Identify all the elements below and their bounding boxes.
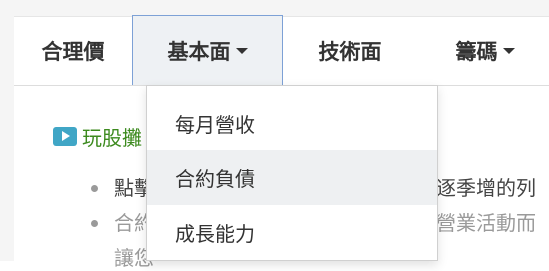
tab-fundamentals[interactable]: 基本面	[132, 15, 283, 85]
bullet-dot	[91, 220, 98, 227]
fundamentals-dropdown-menu: 每月營收 合約負債 成長能力	[146, 85, 438, 261]
tab-chips[interactable]: 籌碼	[425, 16, 545, 85]
menu-item-growth-capability[interactable]: 成長能力	[147, 205, 437, 260]
tab-label: 合理價	[41, 39, 105, 64]
tab-technicals[interactable]: 技術面	[290, 16, 410, 85]
chevron-down-icon	[235, 47, 248, 54]
chevron-down-icon	[502, 47, 515, 54]
menu-item-contract-liabilities[interactable]: 合約負債	[147, 150, 437, 205]
menu-item-label: 每月營收	[175, 113, 255, 137]
menu-item-monthly-revenue[interactable]: 每月營收	[147, 96, 437, 151]
tab-reasonable-price[interactable]: 合理價	[14, 16, 132, 85]
tab-label: 基本面	[167, 39, 231, 64]
play-icon	[53, 127, 77, 146]
list-item-tail: 逐季增的列	[436, 176, 536, 200]
promo-text: 玩股攤	[82, 126, 142, 150]
menu-item-label: 合約負債	[175, 167, 255, 191]
promo-link[interactable]: 玩股攤	[53, 122, 142, 151]
list-item-tail: 營業活動而	[436, 211, 536, 235]
tab-label: 籌碼	[455, 39, 498, 64]
tab-label: 技術面	[318, 39, 382, 64]
bullet-dot	[91, 185, 98, 192]
menu-item-label: 成長能力	[175, 222, 255, 246]
